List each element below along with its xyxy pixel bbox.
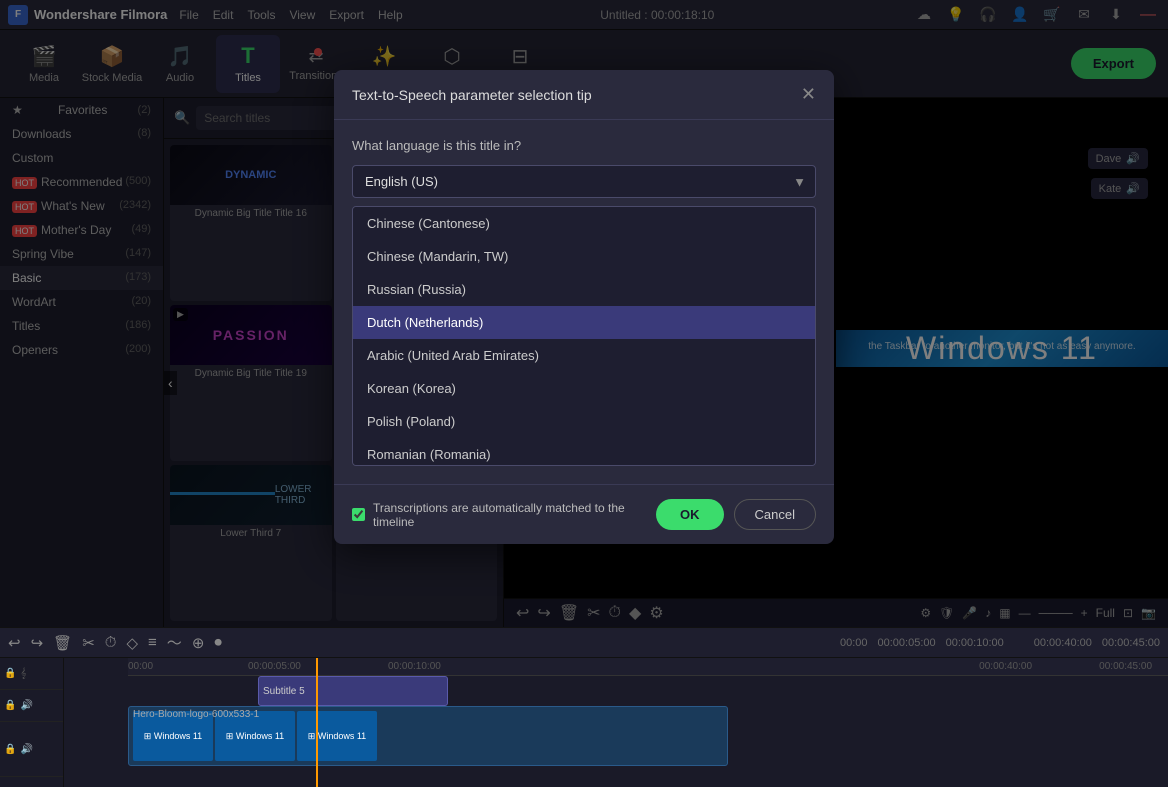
modal-footer: Transcriptions are automatically matched… [334,484,834,544]
dropdown-item-mandarin-tw[interactable]: Chinese (Mandarin, TW) [353,240,815,273]
transcription-label-text: Transcriptions are automatically matched… [373,501,656,529]
tl-audio-wave[interactable]: 〜 [167,632,182,653]
timeline-content: 🔒 𝄞 🔒 🔊 🔒 🔊 00:00 00:00:05:00 00:00:10:0… [0,658,1168,787]
tl-adjust[interactable]: ≡ [148,634,157,651]
ruler-0: 00:00 [128,661,153,672]
thumb-win11-3: ⊞ Windows 11 [297,711,377,761]
tl-redo[interactable]: ↪ [31,634,44,652]
modal-body: What language is this title in? English … [334,120,834,484]
track-labels: 🔒 𝄞 🔒 🔊 🔒 🔊 [0,658,64,787]
tl-delete[interactable]: 🗑 [53,634,72,652]
tl-clip-subtitle-label: Subtitle 5 [263,686,305,697]
language-dropdown-list[interactable]: Chinese (Cantonese) Chinese (Mandarin, T… [352,206,816,466]
playhead[interactable] [316,658,318,787]
tracks-area: 00:00 00:00:05:00 00:00:10:00 00:00:40:0… [128,658,1168,787]
dropdown-item-polish[interactable]: Polish (Poland) [353,405,815,438]
tl-clip-subtitle[interactable]: Subtitle 5 [258,676,448,706]
ruler-40: 00:00:40:00 [979,661,1032,672]
tl-track-label-1: 🔒 𝄞 [0,658,63,690]
tl-time-mid: 00:00:05:00 [878,637,936,649]
tl-snap[interactable]: ⊕ [192,634,205,652]
timeline-toolbar: ↩ ↪ 🗑 ✂ ⏱ ◇ ≡ 〜 ⊕ ⏺ 00:00 00:00:05:00 00… [0,628,1168,658]
video-clip-thumbnails: ⊞ Windows 11 ⊞ Windows 11 ⊞ Windows 11 H… [133,707,723,765]
lock-icon[interactable]: 🔒 [4,668,16,679]
lock-icon-2[interactable]: 🔒 [4,700,16,711]
transcription-checkbox-label[interactable]: Transcriptions are automatically matched… [352,501,656,529]
ruler-45: 00:00:45:00 [1099,661,1152,672]
modal-question: What language is this title in? [352,138,816,153]
tl-timer[interactable]: ⏱ [105,634,117,651]
tl-time-left: 00:00 [840,637,868,649]
time-ruler: 00:00 00:00:05:00 00:00:10:00 00:00:40:0… [128,658,1168,676]
timeline: ↩ ↪ 🗑 ✂ ⏱ ◇ ≡ 〜 ⊕ ⏺ 00:00 00:00:05:00 00… [0,627,1168,787]
tl-clip-video[interactable]: ⊞ Windows 11 ⊞ Windows 11 ⊞ Windows 11 H… [128,706,728,766]
dropdown-item-russian[interactable]: Russian (Russia) [353,273,815,306]
dropdown-item-cantonese[interactable]: Chinese (Cantonese) [353,207,815,240]
dropdown-item-dutch[interactable]: Dutch (Netherlands) [353,306,815,339]
lock-icon-3[interactable]: 🔒 [4,744,16,755]
transcription-checkbox[interactable] [352,508,365,521]
thumb-win11-2-label: ⊞ Windows 11 [226,731,284,742]
modal-actions: OK Cancel [656,499,816,530]
tl-time-right: 00:00:10:00 [946,637,1004,649]
ok-button[interactable]: OK [656,499,724,530]
tl-marker[interactable]: ◇ [126,634,138,652]
cancel-button[interactable]: Cancel [734,499,816,530]
tl-cut[interactable]: ✂ [82,634,95,652]
ruler-5: 00:00:05:00 [248,661,301,672]
tl-time-40: 00:00:40:00 [1034,637,1092,649]
tl-time-45: 00:00:45:00 [1102,637,1160,649]
ruler-10: 00:00:10:00 [388,661,441,672]
modal-overlay: Text-to-Speech parameter selection tip ✕… [0,0,1168,627]
language-dropdown[interactable]: English (US) [352,165,816,198]
audio-level-icon-2: 🔊 [20,700,32,711]
modal-header: Text-to-Speech parameter selection tip ✕ [334,70,834,120]
dropdown-item-korean[interactable]: Korean (Korea) [353,372,815,405]
dropdown-item-arabic[interactable]: Arabic (United Arab Emirates) [353,339,815,372]
tl-track-label-2: 🔒 🔊 [0,690,63,722]
audio-level-icon-3: 🔊 [20,744,32,755]
tl-undo[interactable]: ↩ [8,634,21,652]
dropdown-item-romanian[interactable]: Romanian (Romania) [353,438,815,466]
tts-modal: Text-to-Speech parameter selection tip ✕… [334,70,834,544]
thumb-win11-1-label: ⊞ Windows 11 [144,731,202,742]
video-clip-label: Hero-Bloom-logo-600x533-1 [133,709,259,720]
audio-level-icon: 𝄞 [20,668,26,679]
modal-close-button[interactable]: ✕ [801,84,816,105]
tl-track-label-3: 🔒 🔊 [0,722,63,777]
modal-title: Text-to-Speech parameter selection tip [352,87,592,103]
tl-record[interactable]: ⏺ [214,634,222,651]
language-dropdown-container: English (US) ▼ [352,165,816,198]
